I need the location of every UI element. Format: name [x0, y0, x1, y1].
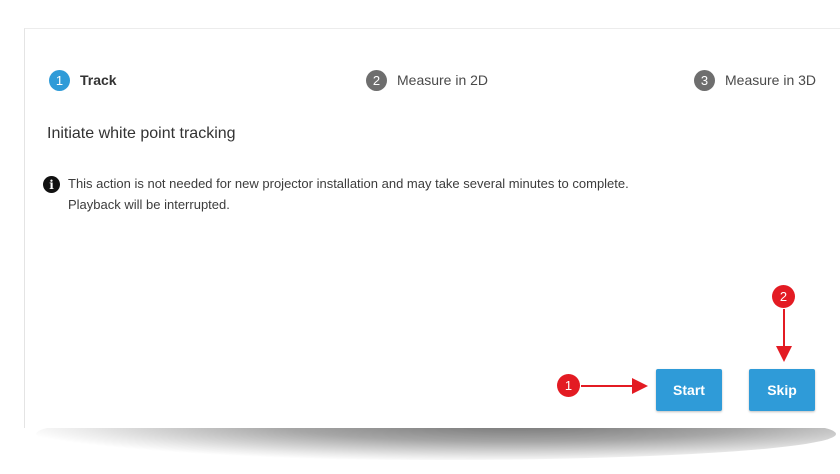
info-icon: i — [43, 176, 60, 193]
step-label-measure-2d: Measure in 2D — [397, 72, 489, 88]
skip-button[interactable]: Skip — [749, 369, 815, 411]
page-title: Initiate white point tracking — [47, 125, 236, 142]
info-message: i This action is not needed for new proj… — [43, 173, 629, 215]
start-button[interactable]: Start — [656, 369, 722, 411]
stepper: 1 Track 2 Measure in 2D 3 Measure in 3D — [49, 65, 839, 95]
info-text: This action is not needed for new projec… — [68, 173, 629, 215]
step-number-2: 2 — [366, 69, 387, 91]
wizard-panel: 1 Track 2 Measure in 2D 3 Measure in 3D … — [24, 28, 840, 428]
step-measure-3d[interactable]: 3 Measure in 3D — [694, 65, 816, 95]
info-line-1: This action is not needed for new projec… — [68, 176, 629, 191]
callout-2-badge: 2 — [772, 285, 795, 308]
info-line-2: Playback will be interrupted. — [68, 197, 230, 212]
step-number-1: 1 — [49, 69, 70, 91]
step-label-track: Track — [80, 72, 117, 88]
step-track[interactable]: 1 Track — [49, 65, 117, 95]
step-label-measure-3d: Measure in 3D — [725, 72, 817, 88]
screenshot-stage: 1 Track 2 Measure in 2D 3 Measure in 3D … — [0, 0, 840, 474]
step-measure-2d[interactable]: 2 Measure in 2D — [366, 65, 488, 95]
callout-1-badge: 1 — [557, 374, 580, 397]
step-number-3: 3 — [694, 69, 715, 91]
